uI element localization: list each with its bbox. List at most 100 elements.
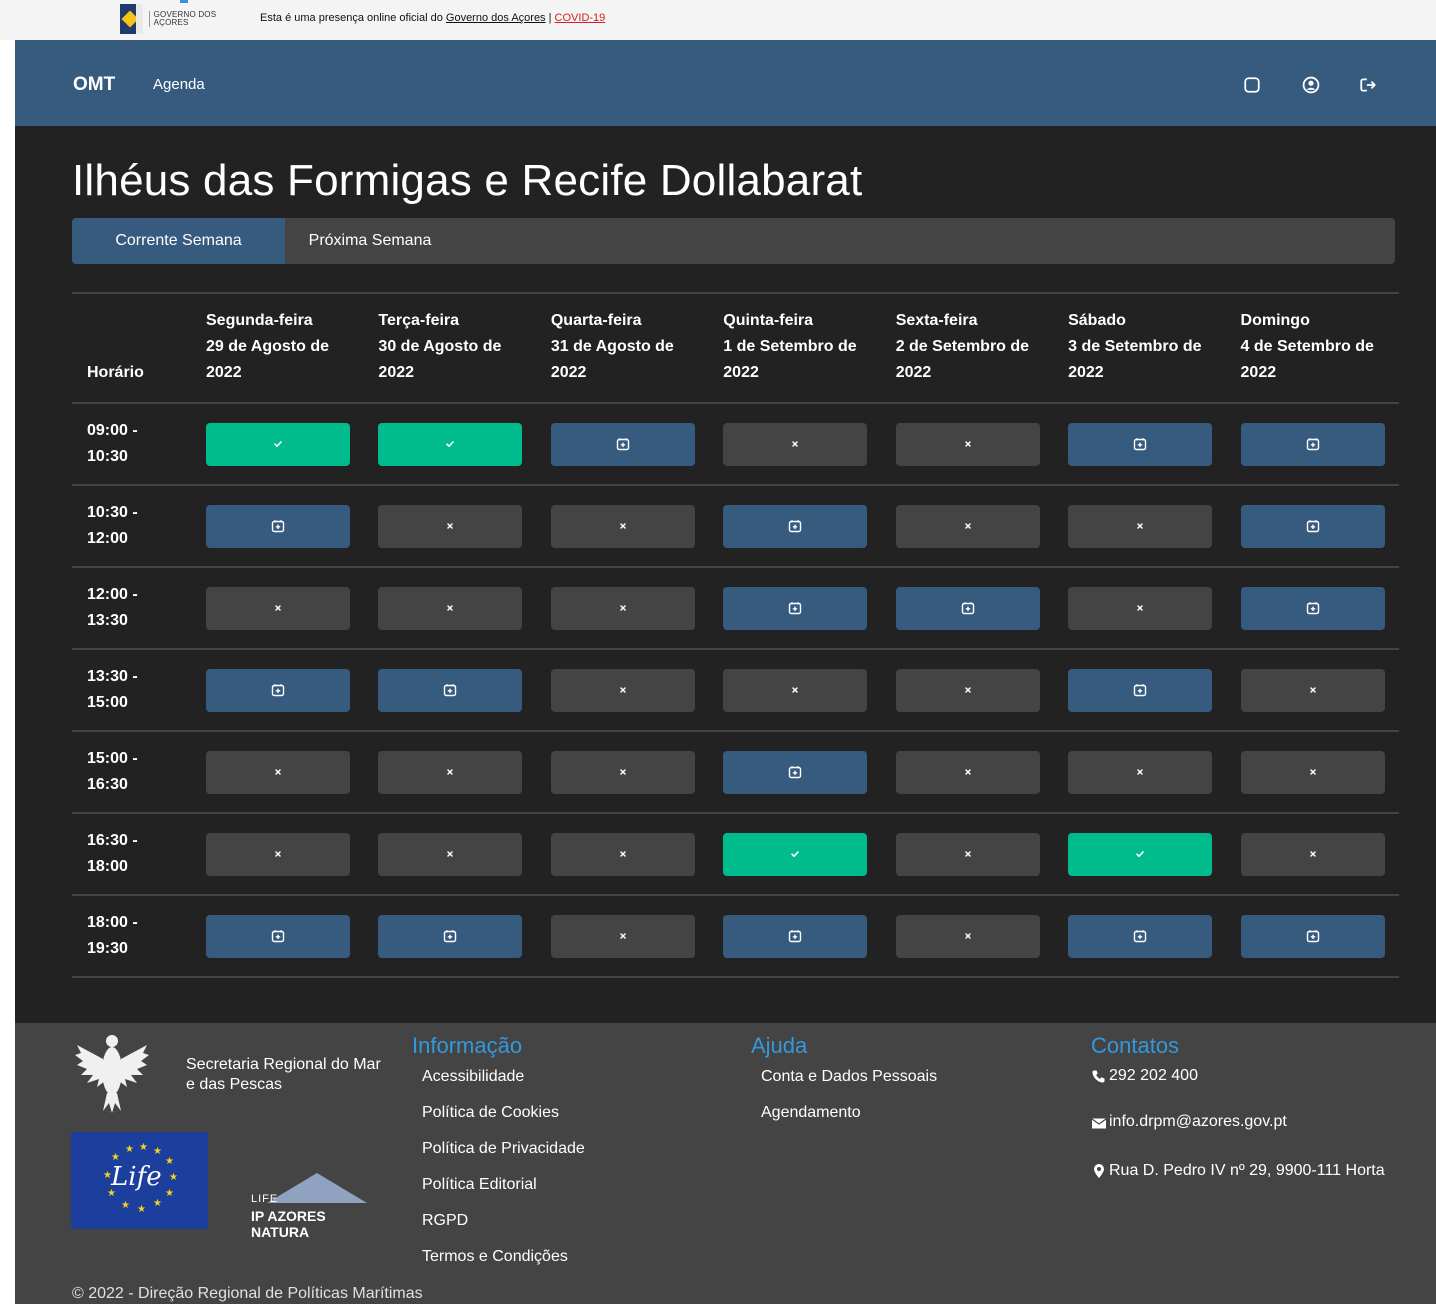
- ipnatura-name-label: IP AZORES NATURA: [251, 1208, 326, 1240]
- book-slot-button[interactable]: [1068, 422, 1213, 466]
- booked-slot-button[interactable]: [206, 422, 350, 466]
- schedule-cell: [192, 649, 365, 732]
- official-presence-notice: Esta é uma presença online oficial do Go…: [260, 12, 605, 24]
- brand-omt[interactable]: OMT: [73, 74, 115, 96]
- footer-link-privacy[interactable]: Política de Privacidade: [422, 1139, 585, 1175]
- covid-link[interactable]: COVID-19: [555, 12, 606, 24]
- contact-email[interactable]: info.drpm@azores.gov.pt: [1091, 1113, 1391, 1159]
- x-icon: [964, 933, 971, 939]
- book-slot-button[interactable]: [895, 586, 1040, 630]
- book-slot-button[interactable]: [550, 422, 695, 466]
- book-slot-button[interactable]: [378, 914, 523, 958]
- schedule-cell: [709, 485, 882, 568]
- unavailable-slot: [723, 422, 868, 466]
- footer-link-cookies[interactable]: Política de Cookies: [422, 1103, 585, 1139]
- schedule-cell: [364, 403, 537, 486]
- unavailable-slot: [378, 586, 523, 630]
- tab-current-week[interactable]: Corrente Semana: [72, 218, 285, 264]
- svg-text:★: ★: [165, 1156, 174, 1167]
- schedule-row: 10:30 - 12:00: [72, 485, 1399, 568]
- map-pin-icon: [1094, 1164, 1104, 1178]
- svg-text:★: ★: [139, 1142, 148, 1153]
- contact-phone-text: 292 202 400: [1109, 1067, 1198, 1084]
- time-slot-label: 12:00 - 13:30: [72, 567, 192, 650]
- footer-link-accessibility[interactable]: Acessibilidade: [422, 1067, 585, 1103]
- tab-next-week[interactable]: Próxima Semana: [285, 218, 455, 264]
- book-slot-button[interactable]: [723, 504, 868, 548]
- schedule-cell: [709, 403, 882, 486]
- day-year: 2022: [895, 364, 932, 381]
- book-slot-button[interactable]: [1240, 914, 1385, 958]
- footer-link-terms[interactable]: Termos e Condições: [422, 1247, 585, 1283]
- schedule-cell: [1054, 813, 1227, 896]
- life-logo-text: Life: [111, 1162, 162, 1192]
- book-slot-button[interactable]: [1240, 586, 1385, 630]
- x-icon: [447, 851, 454, 857]
- footer-link-account[interactable]: Conta e Dados Pessoais: [761, 1067, 937, 1103]
- book-slot-button[interactable]: [1240, 422, 1385, 466]
- day-header: Sábado 3 de Setembro de 2022: [1054, 292, 1227, 404]
- schedule-cell: [1226, 895, 1399, 978]
- unavailable-slot: [895, 832, 1040, 876]
- schedule-table: Horário Segunda-feira 29 de Agosto de 2022…: [72, 292, 1399, 978]
- governo-acores-link[interactable]: Governo dos Açores: [446, 12, 546, 24]
- azores-flag-icon: [120, 4, 143, 34]
- footer-link-rgpd[interactable]: RGPD: [422, 1211, 585, 1247]
- official-presence-text: Esta é uma presença online oficial do: [260, 12, 446, 24]
- page-title: Ilhéus das Formigas e Recife Dollabarat: [72, 156, 863, 205]
- schedule-cell: [1226, 567, 1399, 650]
- schedule-row: 12:00 - 13:30: [72, 567, 1399, 650]
- day-year: 2022: [723, 364, 759, 381]
- day-header: Domingo 4 de Setembro de 2022: [1226, 292, 1399, 404]
- book-slot-button[interactable]: [206, 504, 350, 548]
- contact-phone[interactable]: 292 202 400: [1091, 1067, 1391, 1113]
- x-icon: [964, 523, 971, 529]
- unavailable-slot: [550, 504, 695, 548]
- day-name: Domingo: [1240, 312, 1310, 329]
- x-icon: [275, 769, 281, 775]
- schedule-cell: [881, 649, 1055, 732]
- schedule-cell: [536, 567, 710, 650]
- schedule-cell: [709, 567, 882, 650]
- book-slot-button[interactable]: [1240, 504, 1385, 548]
- theme-toggle-icon[interactable]: [1243, 76, 1261, 94]
- x-icon: [792, 687, 799, 693]
- footer-link-editorial[interactable]: Política Editorial: [422, 1175, 585, 1211]
- check-icon: [446, 441, 455, 447]
- check-icon: [1136, 851, 1144, 857]
- day-year: 2022: [378, 364, 415, 381]
- time-start: 12:00 -: [87, 586, 138, 603]
- svg-text:★: ★: [169, 1172, 178, 1183]
- svg-text:★: ★: [121, 1200, 130, 1211]
- footer-link-scheduling[interactable]: Agendamento: [761, 1103, 937, 1139]
- day-year: 2022: [1068, 364, 1104, 381]
- calendar-plus-icon: [1306, 438, 1319, 451]
- time-slot-label: 18:00 - 19:30: [72, 895, 192, 978]
- book-slot-button[interactable]: [378, 668, 523, 712]
- book-slot-button[interactable]: [206, 914, 350, 958]
- x-icon: [1309, 687, 1316, 693]
- governo-acores-logo[interactable]: GOVERNO DOS AÇORES: [120, 3, 224, 35]
- schedule-body: 09:00 - 10:30 10:30 - 12:00 12:00 - 13:30 13:3…: [72, 403, 1399, 978]
- day-name: Sábado: [1068, 312, 1126, 329]
- unavailable-slot: [378, 832, 523, 876]
- booked-slot-button[interactable]: [723, 832, 868, 876]
- book-slot-button[interactable]: [723, 914, 868, 958]
- day-name: Segunda-feira: [206, 312, 313, 329]
- book-slot-button[interactable]: [1068, 668, 1213, 712]
- book-slot-button[interactable]: [723, 750, 868, 794]
- nav-agenda-link[interactable]: Agenda: [153, 76, 205, 93]
- book-slot-button[interactable]: [206, 668, 350, 712]
- booked-slot-button[interactable]: [1068, 832, 1213, 876]
- logout-icon[interactable]: [1359, 76, 1377, 94]
- book-slot-button[interactable]: [1068, 914, 1213, 958]
- day-name: Terça-feira: [378, 312, 460, 329]
- booked-slot-button[interactable]: [378, 422, 523, 466]
- book-slot-button[interactable]: [723, 586, 868, 630]
- ipnatura-life-label: LIFE: [251, 1193, 279, 1205]
- user-circle-icon[interactable]: [1302, 76, 1320, 94]
- schedule-row: 13:30 - 15:00: [72, 649, 1399, 732]
- schedule-cell: [881, 895, 1055, 978]
- government-bar: GOVERNO DOS AÇORES Esta é uma presença o…: [0, 0, 1436, 40]
- time-start: 13:30 -: [87, 668, 138, 685]
